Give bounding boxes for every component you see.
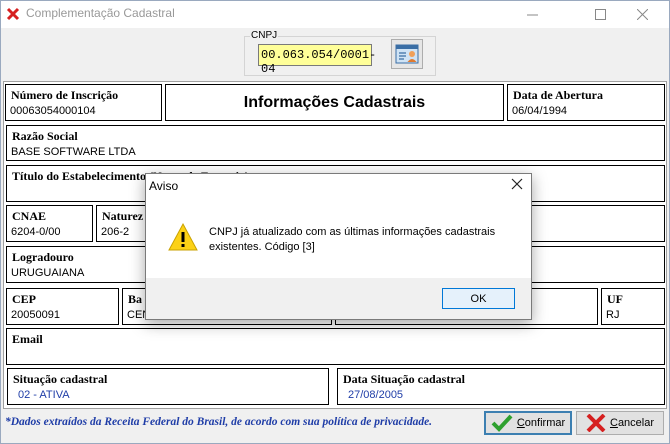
- numero-inscricao-label: Número de Inscrição: [11, 88, 119, 102]
- uf-label: UF: [607, 292, 623, 306]
- cnpj-lookup-button[interactable]: [391, 39, 423, 69]
- data-abertura-field: Data de Abertura 06/04/1994: [507, 84, 665, 121]
- situacao-cadastral-value[interactable]: 02 - ATIVA: [18, 389, 70, 401]
- natureza-right-field: [530, 205, 665, 242]
- email-label: Email: [12, 332, 43, 346]
- window-title: Complementação Cadastral: [26, 6, 175, 20]
- razao-social-value[interactable]: BASE SOFTWARE LTDA: [11, 146, 136, 158]
- dialog-close-button[interactable]: [511, 177, 523, 193]
- data-abertura-label: Data de Abertura: [513, 88, 603, 102]
- checkmark-icon: [491, 414, 513, 432]
- situacao-cadastral-field: Situação cadastral 02 - ATIVA: [7, 368, 329, 405]
- cep-value[interactable]: 20050091: [11, 309, 60, 321]
- cnpj-group: CNPJ 00.063.054/0001-04: [244, 30, 436, 76]
- razao-social-label: Razão Social: [12, 129, 78, 143]
- natureza-label: Naturez: [102, 209, 144, 223]
- close-icon: [511, 178, 523, 190]
- cnpj-input[interactable]: 00.063.054/0001-04: [258, 44, 376, 76]
- cep-label: CEP: [12, 292, 36, 306]
- privacy-note: *Dados extraídos da Receita Federal do B…: [5, 416, 433, 428]
- uf-value[interactable]: RJ: [606, 309, 619, 321]
- numero-inscricao-value[interactable]: 00063054000104: [10, 105, 96, 117]
- confirm-label: Confirmar: [516, 417, 566, 429]
- situacao-cadastral-label: Situação cadastral: [13, 372, 108, 386]
- data-situacao-field: Data Situação cadastral 27/08/2005: [337, 368, 665, 405]
- dialog-title: Aviso: [149, 179, 179, 193]
- ok-button[interactable]: OK: [442, 288, 515, 309]
- uf-field: UF RJ: [601, 288, 665, 325]
- numero-inscricao-field: Número de Inscrição 00063054000104: [5, 84, 162, 121]
- cnae-field: CNAE 6204-0/00: [6, 205, 93, 242]
- title-bar: Complementação Cadastral: [0, 0, 670, 28]
- minimize-icon: [526, 14, 538, 15]
- cancel-label: Cancelar: [609, 417, 655, 429]
- cep-field: CEP 20050091: [6, 288, 119, 325]
- data-situacao-value[interactable]: 27/08/2005: [348, 389, 403, 401]
- logradouro-value[interactable]: URUGUAIANA: [11, 267, 84, 279]
- minimize-button[interactable]: [509, 0, 555, 28]
- close-icon: [636, 8, 648, 20]
- warning-dialog: Aviso CNPJ já atualizado com as últimas …: [145, 173, 532, 320]
- cancel-button[interactable]: Cancelar: [576, 411, 664, 435]
- natureza-value[interactable]: 206-2: [101, 226, 129, 238]
- close-button[interactable]: [619, 0, 665, 28]
- warning-icon: [168, 222, 198, 251]
- data-abertura-value[interactable]: 06/04/1994: [512, 105, 567, 117]
- cnae-label: CNAE: [12, 209, 47, 223]
- confirm-button[interactable]: Confirmar: [484, 411, 572, 435]
- bairro-label: Ba: [128, 292, 143, 306]
- complemento-field: o: [520, 246, 665, 283]
- dialog-message: CNPJ já atualizado com as últimas inform…: [209, 226, 496, 253]
- email-field: Email: [6, 328, 665, 365]
- app-icon: [6, 7, 20, 21]
- data-situacao-label: Data Situação cadastral: [343, 372, 465, 386]
- razao-social-field: Razão Social BASE SOFTWARE LTDA: [6, 125, 665, 161]
- cancel-x-icon: [586, 414, 606, 432]
- maximize-icon: [594, 8, 606, 20]
- maximize-button[interactable]: [577, 0, 623, 28]
- page-title: Informações Cadastrais: [165, 84, 504, 121]
- logradouro-field: Logradouro URUGUAIANA: [6, 246, 166, 283]
- cnpj-label: CNPJ: [250, 30, 279, 41]
- logradouro-label: Logradouro: [12, 250, 74, 264]
- dialog-footer: OK: [146, 278, 531, 319]
- contact-card-icon: [395, 44, 419, 64]
- cnae-value[interactable]: 6204-0/00: [11, 226, 61, 238]
